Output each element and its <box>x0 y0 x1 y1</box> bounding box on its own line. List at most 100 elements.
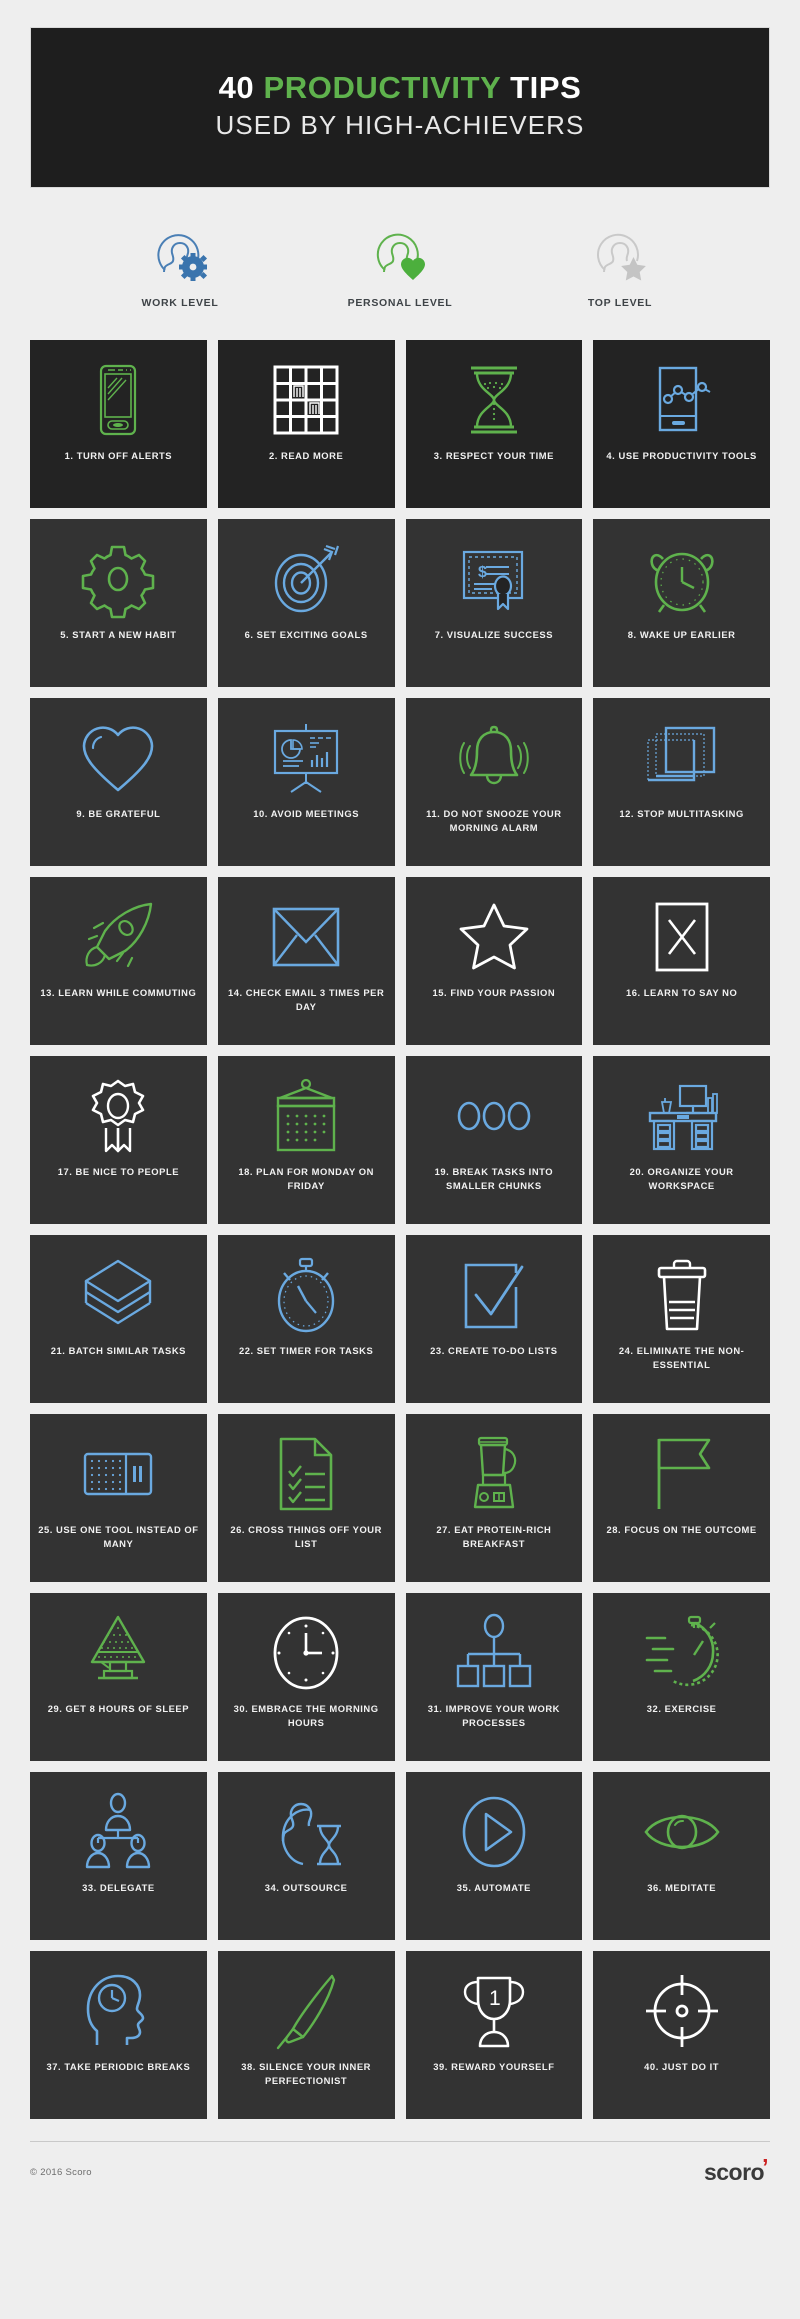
tip-tile[interactable]: $ 7. VISUALIZE SUCCESS <box>405 519 583 687</box>
tip-tile[interactable]: 30. EMBRACE THE MORNING HOURS <box>217 1593 395 1761</box>
legend-item-personal-level: PERSONAL LEVEL <box>320 224 480 309</box>
svg-text:$: $ <box>478 564 487 581</box>
tip-tile[interactable]: 35. AUTOMATE <box>405 1772 583 1940</box>
tip-tile[interactable]: 16. LEARN TO SAY NO <box>593 877 770 1045</box>
tip-label: 22. SET TIMER FOR TASKS <box>238 1345 374 1356</box>
tip-label: 14. CHECK EMAIL 3 TIMES PER DAY <box>227 987 385 1012</box>
tip-tile[interactable]: 9. BE GRATEFUL <box>30 698 207 866</box>
tip-tile[interactable]: 8. WAKE UP EARLIER <box>593 519 770 687</box>
tip-tile[interactable]: 4. USE PRODUCTIVITY TOOLS <box>593 340 770 508</box>
tip-tile[interactable]: 20. ORGANIZE YOUR WORKSPACE <box>593 1056 770 1224</box>
tip-tile[interactable]: 15. FIND YOUR PASSION <box>405 877 583 1045</box>
tip-label: 26. CROSS THINGS OFF YOUR LIST <box>230 1524 382 1549</box>
tip-tile[interactable]: 5. START A NEW HABIT <box>30 519 207 687</box>
tip-label: 32. EXERCISE <box>646 1703 717 1714</box>
flag-icon <box>601 1431 762 1517</box>
tip-tile[interactable]: 28. FOCUS ON THE OUTCOME <box>593 1414 770 1582</box>
tip-label: 35. AUTOMATE <box>456 1882 531 1893</box>
star-icon <box>414 894 575 980</box>
tip-label: 18. PLAN FOR MONDAY ON FRIDAY <box>238 1166 374 1191</box>
tip-label: 36. MEDITATE <box>647 1882 716 1893</box>
tip-label: 31. IMPROVE YOUR WORK PROCESSES <box>427 1703 560 1728</box>
tip-label: 28. FOCUS ON THE OUTCOME <box>606 1524 757 1535</box>
tip-label: 12. STOP MULTITASKING <box>619 808 744 819</box>
title-highlight: PRODUCTIVITY <box>263 69 501 105</box>
people-network-icon <box>38 1789 199 1875</box>
smartphone-icon <box>38 357 199 443</box>
tip-tile[interactable]: 40. JUST DO IT <box>593 1951 770 2119</box>
rocket-icon <box>38 894 199 980</box>
tip-tile[interactable]: 3. RESPECT YOUR TIME <box>405 340 583 508</box>
legend-label: PERSONAL LEVEL <box>347 297 453 309</box>
mobile-chart-icon <box>601 357 762 443</box>
legend: WORK LEVEL PERSONAL LEVEL TOP LEVEL <box>0 224 800 309</box>
legend-label: TOP LEVEL <box>587 297 653 309</box>
person-heart-icon <box>371 224 429 286</box>
x-box-icon <box>601 894 762 980</box>
tips-grid: 1. TURN OFF ALERTS 2. READ MORE 3. RESPE… <box>0 340 800 2119</box>
tip-tile[interactable]: 34. OUTSOURCE <box>217 1772 395 1940</box>
tip-tile[interactable]: 12. STOP MULTITASKING <box>593 698 770 866</box>
tip-label: 1. TURN OFF ALERTS <box>64 450 173 461</box>
header-banner: 40 PRODUCTIVITY TIPS USED BY HIGH-ACHIEV… <box>30 27 770 188</box>
tip-label: 21. BATCH SIMILAR TASKS <box>50 1345 186 1356</box>
tip-tile[interactable]: 1 39. REWARD YOURSELF <box>405 1951 583 2119</box>
tip-label: 25. USE ONE TOOL INSTEAD OF MANY <box>38 1524 199 1549</box>
tip-tile[interactable]: 1. TURN OFF ALERTS <box>30 340 207 508</box>
tip-label: 5. START A NEW HABIT <box>60 629 177 640</box>
tip-tile[interactable]: 32. EXERCISE <box>593 1593 770 1761</box>
footer: © 2016 Scoro scoro’ <box>30 2141 770 2189</box>
tip-tile[interactable]: 10. AVOID MEETINGS <box>217 698 395 866</box>
tip-tile[interactable]: 17. BE NICE TO PEOPLE <box>30 1056 207 1224</box>
tip-label: 7. VISUALIZE SUCCESS <box>434 629 554 640</box>
legend-label: WORK LEVEL <box>141 297 219 309</box>
tip-label: 23. CREATE TO-DO LISTS <box>430 1345 558 1356</box>
tip-tile[interactable]: 29. GET 8 HOURS OF SLEEP <box>30 1593 207 1761</box>
tip-tile[interactable]: 19. BREAK TASKS INTO SMALLER CHUNKS <box>405 1056 583 1224</box>
tip-tile[interactable]: 33. DELEGATE <box>30 1772 207 1940</box>
tip-tile[interactable]: 24. ELIMINATE THE NON-ESSENTIAL <box>593 1235 770 1403</box>
org-chart-icon <box>414 1610 575 1696</box>
trash-can-icon <box>601 1252 762 1338</box>
tip-label: 13. LEARN WHILE COMMUTING <box>40 987 197 998</box>
tip-tile[interactable]: 36. MEDITATE <box>593 1772 770 1940</box>
tip-tile[interactable]: 14. CHECK EMAIL 3 TIMES PER DAY <box>217 877 395 1045</box>
title-suffix: TIPS <box>500 69 582 105</box>
running-stopwatch-icon <box>601 1610 762 1696</box>
tip-tile[interactable]: 13. LEARN WHILE COMMUTING <box>30 877 207 1045</box>
award-ribbon-icon <box>38 1073 199 1159</box>
tip-label: 11. DO NOT SNOOZE YOUR MORNING ALARM <box>426 808 562 833</box>
gear-icon <box>38 536 199 622</box>
tip-label: 33. DELEGATE <box>82 1882 155 1893</box>
svg-text:1: 1 <box>489 1987 501 2010</box>
tip-tile[interactable]: 2. READ MORE <box>217 340 395 508</box>
tip-label: 17. BE NICE TO PEOPLE <box>57 1166 180 1177</box>
tip-label: 40. JUST DO IT <box>644 2061 720 2072</box>
target-arrow-icon <box>226 536 387 622</box>
infographic-page: 40 PRODUCTIVITY TIPS USED BY HIGH-ACHIEV… <box>0 27 800 2319</box>
tip-tile[interactable]: 27. EAT PROTEIN-RICH BREAKFAST <box>405 1414 583 1582</box>
person-gear-icon <box>151 224 209 286</box>
legend-item-work-level: WORK LEVEL <box>100 224 260 309</box>
desk-icon <box>601 1073 762 1159</box>
wall-calendar-icon <box>226 1073 387 1159</box>
tip-tile[interactable]: 18. PLAN FOR MONDAY ON FRIDAY <box>217 1056 395 1224</box>
tip-tile[interactable]: 26. CROSS THINGS OFF YOUR LIST <box>217 1414 395 1582</box>
tip-tile[interactable]: 37. TAKE PERIODIC BREAKS <box>30 1951 207 2119</box>
tip-tile[interactable]: 38. SILENCE YOUR INNER PERFECTIONIST <box>217 1951 395 2119</box>
tip-tile[interactable]: 25. USE ONE TOOL INSTEAD OF MANY <box>30 1414 207 1582</box>
trophy-icon: 1 <box>414 1968 575 2054</box>
tip-tile[interactable]: 22. SET TIMER FOR TASKS <box>217 1235 395 1403</box>
play-button-icon <box>414 1789 575 1875</box>
three-dots-icon <box>414 1073 575 1159</box>
crosshair-target-icon <box>601 1968 762 2054</box>
tip-tile[interactable]: 31. IMPROVE YOUR WORK PROCESSES <box>405 1593 583 1761</box>
tip-tile[interactable]: 23. CREATE TO-DO LISTS <box>405 1235 583 1403</box>
hourglass-icon <box>414 357 575 443</box>
tip-label: 27. EAT PROTEIN-RICH BREAKFAST <box>436 1524 552 1549</box>
tip-tile[interactable]: 6. SET EXCITING GOALS <box>217 519 395 687</box>
stacked-windows-icon <box>601 715 762 801</box>
tip-tile[interactable]: 11. DO NOT SNOOZE YOUR MORNING ALARM <box>405 698 583 866</box>
wall-clock-icon <box>226 1610 387 1696</box>
tip-tile[interactable]: 21. BATCH SIMILAR TASKS <box>30 1235 207 1403</box>
